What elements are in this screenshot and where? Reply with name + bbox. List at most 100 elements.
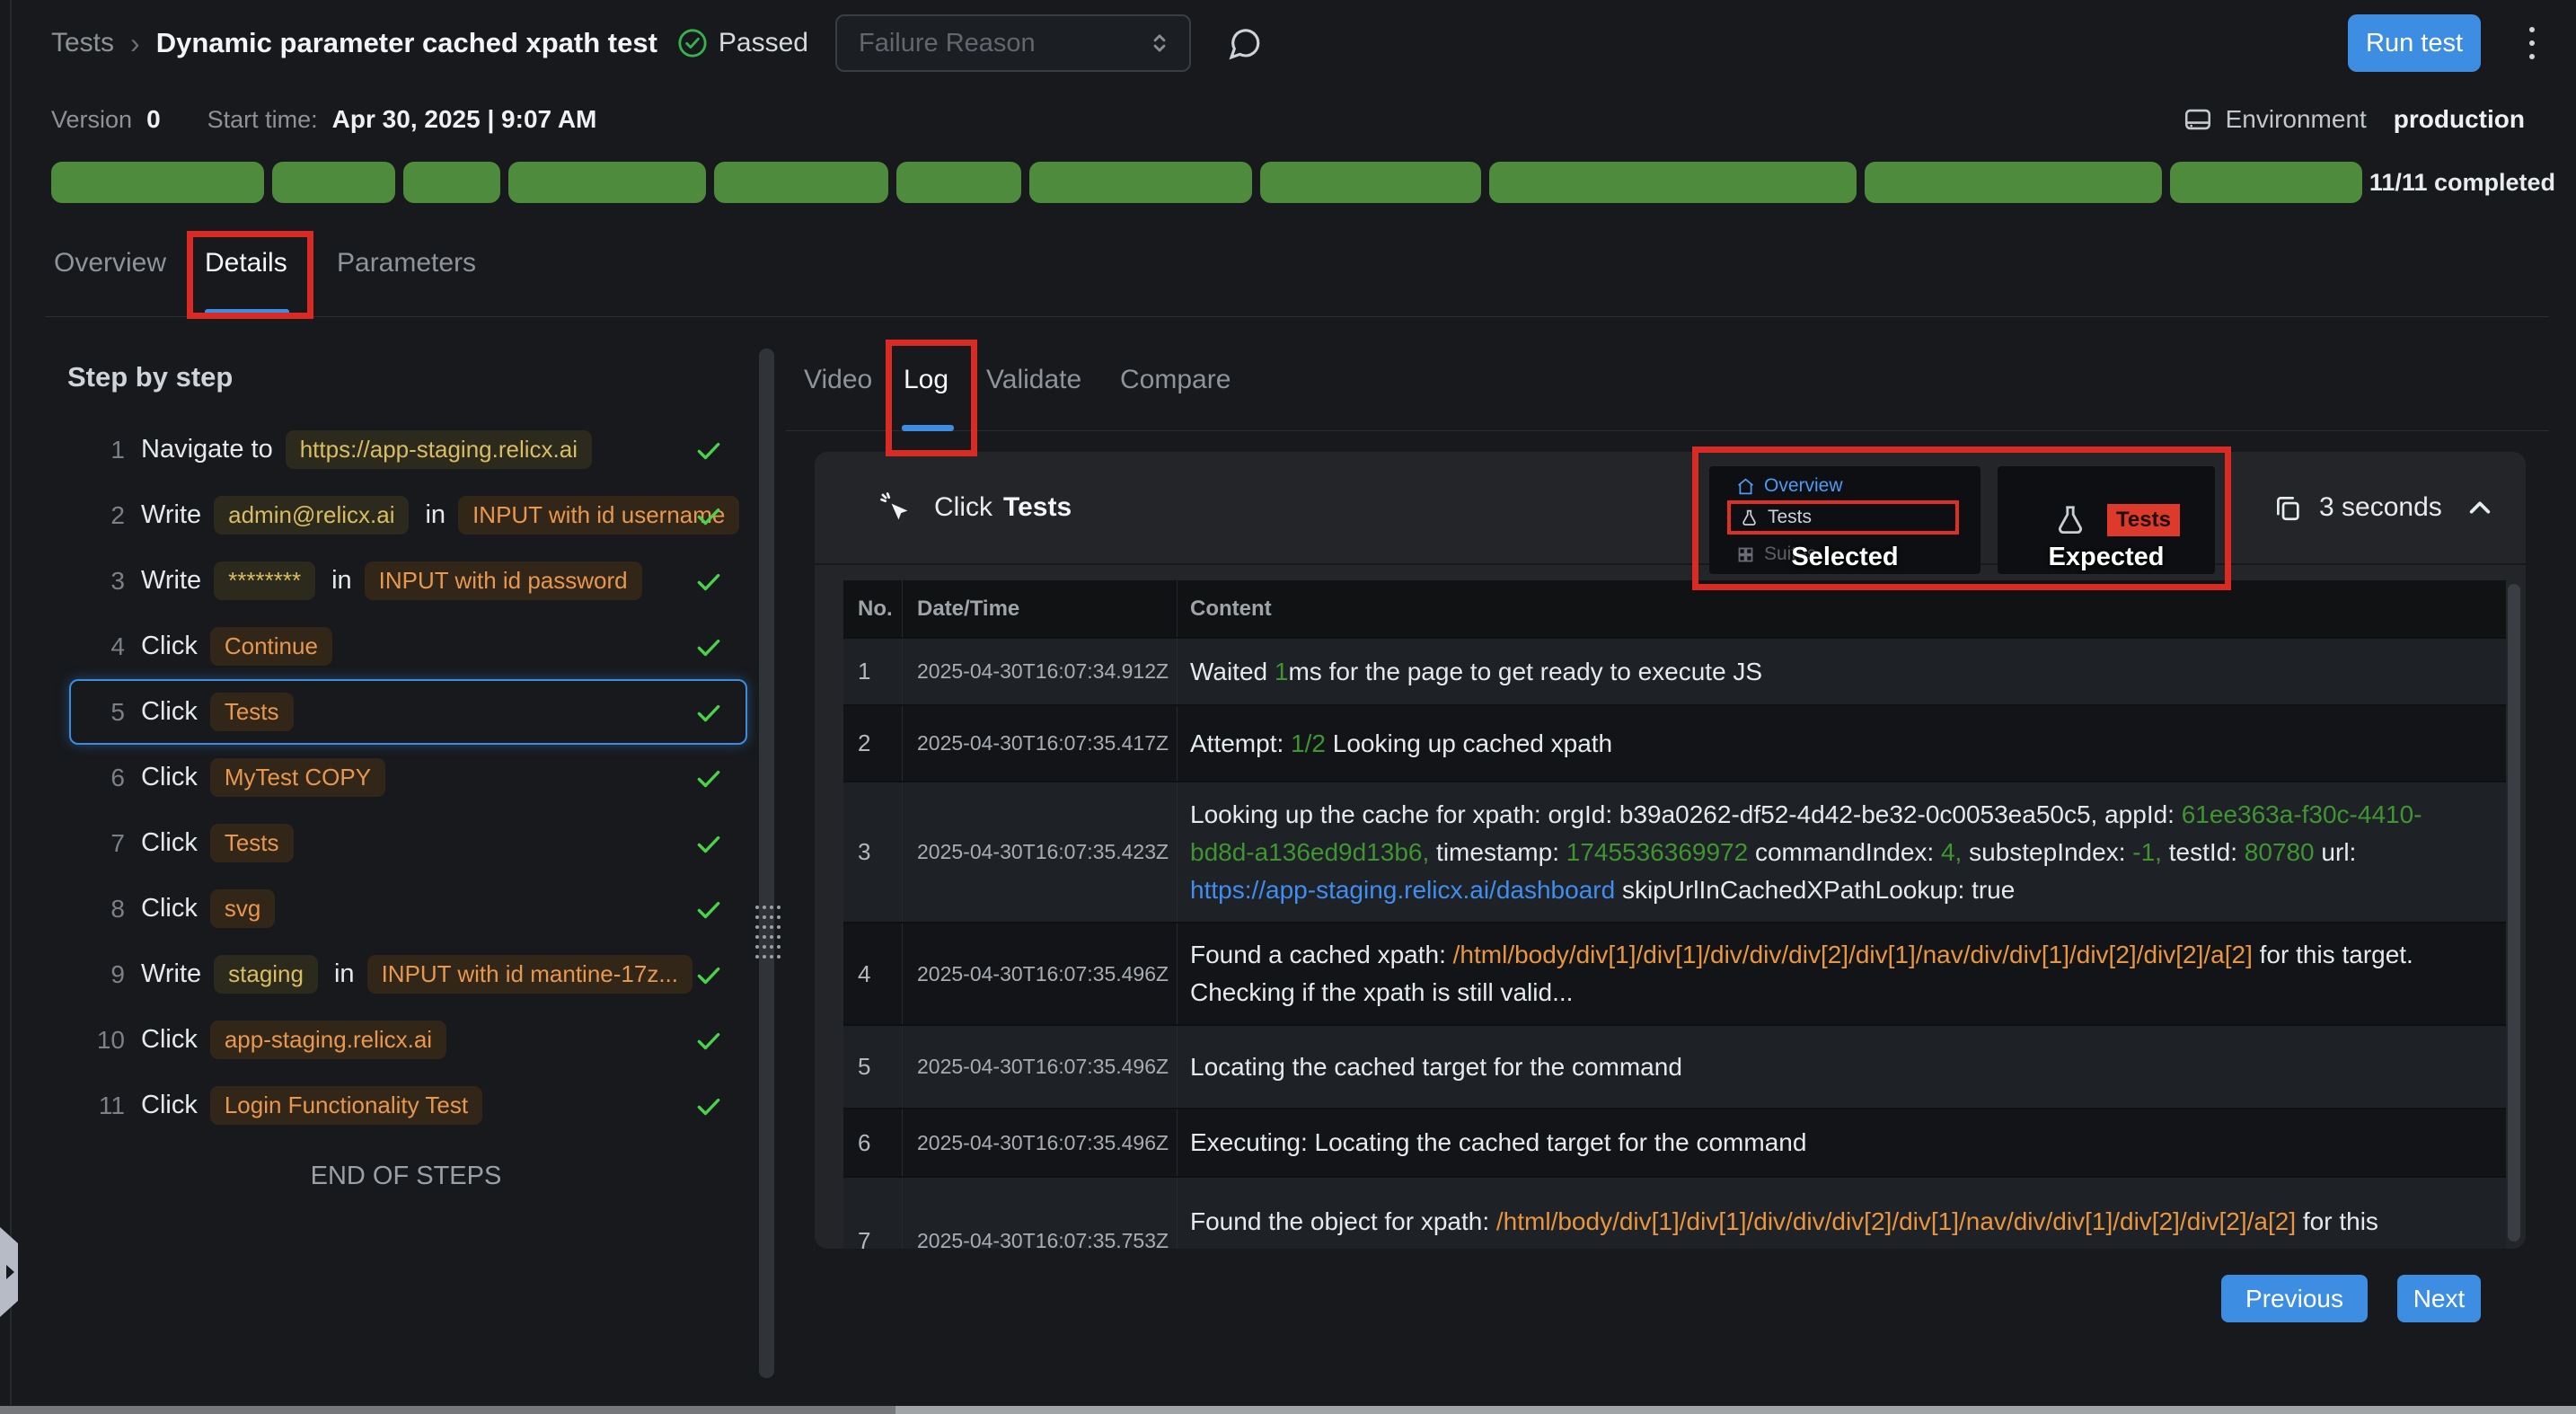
horizontal-scrollbar-thumb[interactable] bbox=[895, 1406, 2576, 1414]
previous-button[interactable]: Previous bbox=[2221, 1275, 2368, 1322]
step-row[interactable]: 2Writeadmin@relicx.aiinINPUT with id use… bbox=[69, 482, 747, 548]
log-row-number: 2 bbox=[843, 706, 903, 781]
step-chip: Login Functionality Test bbox=[210, 1086, 482, 1125]
log-text-segment: 1/2 bbox=[1291, 729, 1326, 757]
tab-validate[interactable]: Validate bbox=[986, 365, 1081, 395]
log-text-segment: substepIndex: bbox=[1962, 838, 2132, 866]
kebab-menu-button[interactable] bbox=[2524, 22, 2540, 65]
step-row[interactable]: 6ClickMyTest COPY bbox=[69, 745, 747, 810]
log-text-segment: Found the object for xpath: bbox=[1190, 1207, 1496, 1235]
progress-segment[interactable] bbox=[714, 162, 888, 203]
tab-overview[interactable]: Overview bbox=[54, 248, 166, 278]
chevron-up-icon[interactable] bbox=[2466, 493, 2494, 522]
step-by-step-panel: Step by step 1Navigate tohttps://app-sta… bbox=[51, 349, 761, 1414]
log-text-segment: -1, bbox=[2132, 838, 2162, 866]
log-scrollbar[interactable] bbox=[2508, 584, 2520, 1242]
log-row: 22025-04-30T16:07:35.417ZAttempt: 1/2 Lo… bbox=[843, 706, 2506, 782]
step-number: 6 bbox=[87, 764, 125, 792]
step-chip: admin@relicx.ai bbox=[214, 496, 409, 535]
log-text-segment: 1 bbox=[1275, 658, 1289, 685]
end-of-steps-label: END OF STEPS bbox=[51, 1162, 761, 1191]
step-progress-bar[interactable] bbox=[51, 162, 2362, 203]
log-row-timestamp: 2025-04-30T16:07:34.912Z bbox=[903, 639, 1178, 704]
step-passed-check-icon bbox=[693, 1091, 724, 1121]
log-text-segment: testId: bbox=[2162, 838, 2245, 866]
log-link[interactable]: https://app-staging.relicx.ai/dashboard bbox=[1190, 876, 1615, 904]
log-row-timestamp: 2025-04-30T16:07:35.417Z bbox=[903, 706, 1178, 781]
step-passed-check-icon bbox=[693, 828, 724, 859]
comment-button[interactable] bbox=[1225, 24, 1263, 62]
step-row[interactable]: 5ClickTests bbox=[69, 679, 747, 745]
step-chip: https://app-staging.relicx.ai bbox=[286, 430, 592, 469]
progress-segment[interactable] bbox=[1865, 162, 2162, 203]
step-number: 9 bbox=[87, 960, 125, 989]
log-text-segment: Attempt: bbox=[1190, 729, 1291, 757]
step-row[interactable]: 1Navigate tohttps://app-staging.relicx.a… bbox=[69, 417, 747, 482]
panel-resize-handle[interactable] bbox=[755, 906, 779, 965]
log-row-content: Attempt: 1/2 Looking up cached xpath bbox=[1178, 706, 2506, 781]
log-row-content: Found the object for xpath: /html/body/d… bbox=[1178, 1178, 2506, 1249]
tab-video[interactable]: Video bbox=[804, 365, 872, 395]
step-row[interactable]: 3Write********inINPUT with id password bbox=[69, 548, 747, 614]
duration-label: 3 seconds bbox=[2319, 492, 2442, 523]
run-test-button[interactable]: Run test bbox=[2348, 14, 2481, 72]
log-table-header: No.Date/TimeContent bbox=[843, 580, 2506, 639]
tab-parameters[interactable]: Parameters bbox=[337, 248, 476, 278]
status-label: Passed bbox=[719, 28, 808, 58]
step-action-text: Click bbox=[141, 894, 198, 924]
breadcrumb-chevron-icon: › bbox=[130, 27, 140, 60]
step-passed-check-icon bbox=[693, 632, 724, 662]
progress-segment[interactable] bbox=[896, 162, 1021, 203]
progress-segment[interactable] bbox=[2170, 162, 2362, 203]
progress-segment[interactable] bbox=[272, 162, 396, 203]
tab-compare[interactable]: Compare bbox=[1120, 365, 1231, 395]
run-info-row: Version 0 Start time: Apr 30, 2025 | 9:0… bbox=[51, 95, 2525, 144]
log-row-content: Executing: Locating the cached target fo… bbox=[1178, 1109, 2506, 1176]
annotation-box-log-tab bbox=[886, 340, 977, 456]
duration-group: 3 seconds bbox=[2272, 452, 2494, 563]
progress-completed-label: 11/11 completed bbox=[2362, 169, 2555, 197]
steps-list: 1Navigate tohttps://app-staging.relicx.a… bbox=[51, 417, 761, 1138]
log-text-segment: 80780 bbox=[2245, 838, 2315, 866]
log-row-number: 3 bbox=[843, 782, 903, 922]
step-passed-check-icon bbox=[693, 697, 724, 728]
cursor-click-icon bbox=[878, 490, 913, 525]
step-passed-check-icon bbox=[693, 959, 724, 990]
log-text-segment: Waited bbox=[1190, 658, 1275, 685]
step-row[interactable]: 10Clickapp-staging.relicx.ai bbox=[69, 1007, 747, 1073]
step-chip: Continue bbox=[210, 627, 332, 666]
step-passed-check-icon bbox=[693, 500, 724, 531]
progress-segment[interactable] bbox=[1260, 162, 1481, 203]
step-row[interactable]: 7ClickTests bbox=[69, 810, 747, 876]
step-row[interactable]: 9WritestaginginINPUT with id mantine-17z… bbox=[69, 941, 747, 1007]
progress-segment[interactable] bbox=[403, 162, 500, 203]
step-number: 1 bbox=[87, 436, 125, 464]
check-circle-icon bbox=[677, 28, 708, 58]
step-number: 7 bbox=[87, 829, 125, 858]
step-passed-check-icon bbox=[693, 566, 724, 597]
step-action-text: in bbox=[425, 500, 446, 530]
failure-reason-select[interactable]: Failure Reason bbox=[835, 14, 1191, 72]
annotation-box-details-tab bbox=[187, 231, 313, 319]
step-row[interactable]: 4ClickContinue bbox=[69, 614, 747, 679]
step-chip: INPUT with id password bbox=[365, 561, 642, 600]
progress-segment[interactable] bbox=[51, 162, 264, 203]
progress-segment[interactable] bbox=[508, 162, 705, 203]
start-time-value: Apr 30, 2025 | 9:07 AM bbox=[332, 105, 597, 134]
log-row-timestamp: 2025-04-30T16:07:35.496Z bbox=[903, 924, 1178, 1024]
log-header-cell: No. bbox=[843, 580, 903, 637]
step-row[interactable]: 11ClickLogin Functionality Test bbox=[69, 1073, 747, 1138]
progress-segment[interactable] bbox=[1029, 162, 1253, 203]
step-passed-check-icon bbox=[693, 763, 724, 793]
steps-scrollbar[interactable] bbox=[759, 349, 774, 1378]
log-text-segment: Locating the cached target for the comma… bbox=[1190, 1053, 1682, 1081]
next-button[interactable]: Next bbox=[2397, 1275, 2481, 1322]
progress-segment[interactable] bbox=[1489, 162, 1857, 203]
expand-sidebar-handle[interactable] bbox=[0, 1227, 18, 1317]
log-row-number: 1 bbox=[843, 639, 903, 704]
step-row[interactable]: 8Clicksvg bbox=[69, 876, 747, 941]
log-row-content: Locating the cached target for the comma… bbox=[1178, 1026, 2506, 1108]
log-header-cell: Date/Time bbox=[903, 580, 1178, 637]
breadcrumb[interactable]: Tests bbox=[51, 28, 114, 58]
step-chip: svg bbox=[210, 889, 275, 928]
